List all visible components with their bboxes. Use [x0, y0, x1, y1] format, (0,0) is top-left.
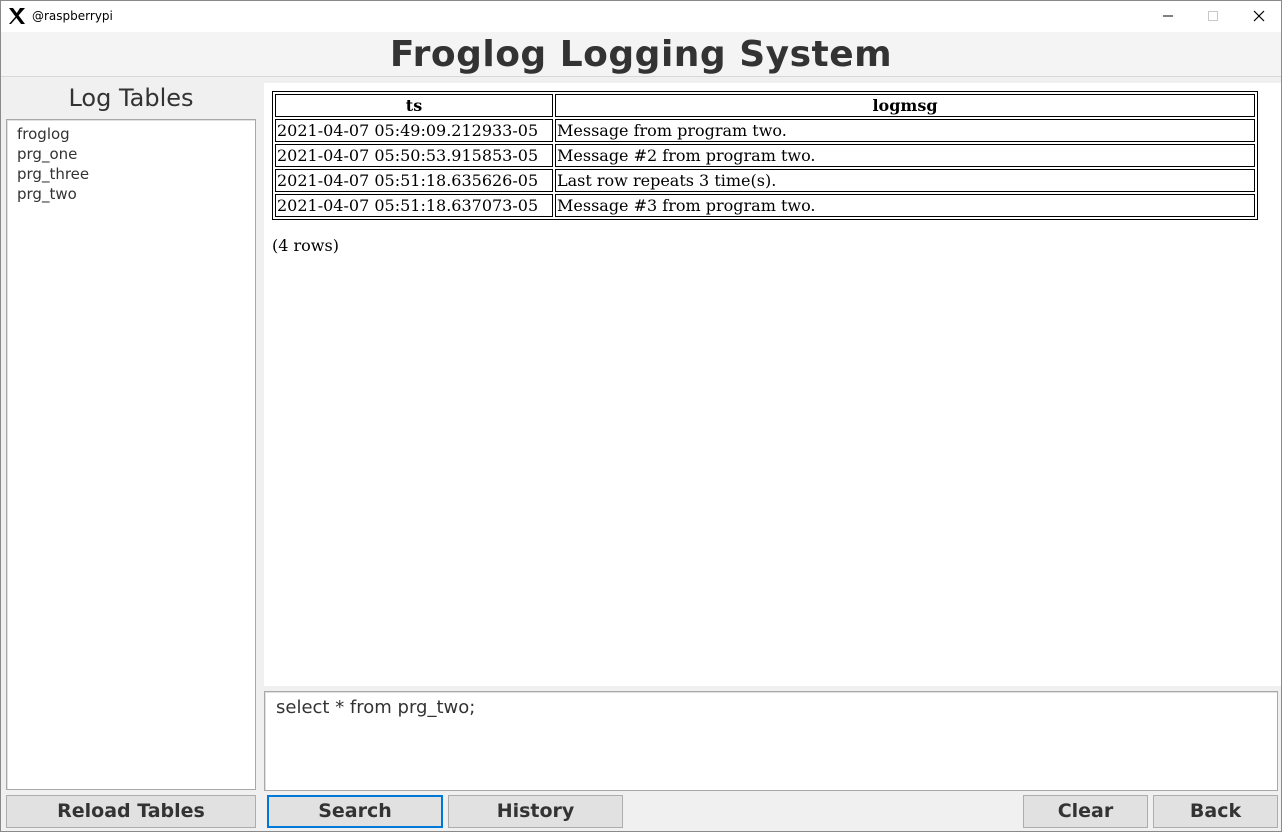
list-item-prg-two[interactable]: prg_two — [7, 184, 255, 204]
minimize-icon — [1162, 7, 1174, 26]
log-tables-heading: Log Tables — [68, 84, 194, 112]
column-header-ts: ts — [275, 94, 553, 117]
app-header: Froglog Logging System — [1, 32, 1281, 77]
table-header-row: ts logmsg — [275, 94, 1255, 117]
page-title: Froglog Logging System — [389, 34, 893, 75]
list-item-froglog[interactable]: froglog — [7, 124, 255, 144]
log-tables-list[interactable]: froglog prg_one prg_three prg_two — [6, 119, 256, 790]
cell-logmsg: Message #2 from program two. — [555, 144, 1255, 167]
close-icon — [1253, 7, 1265, 26]
table-row: 2021-04-07 05:51:18.637073-05 Message #3… — [275, 194, 1255, 217]
history-button[interactable]: History — [448, 795, 623, 828]
maximize-button[interactable] — [1190, 1, 1236, 32]
maximize-icon — [1207, 7, 1219, 26]
x-server-icon — [8, 7, 26, 25]
cell-ts: 2021-04-07 05:51:18.637073-05 — [275, 194, 553, 217]
log-tables-panel: Log Tables froglog prg_one prg_three prg… — [1, 78, 261, 791]
results-pane: ts logmsg 2021-04-07 05:49:09.212933-05 … — [264, 83, 1281, 686]
table-row: 2021-04-07 05:51:18.635626-05 Last row r… — [275, 169, 1255, 192]
cell-logmsg: Message #3 from program two. — [555, 194, 1255, 217]
close-button[interactable] — [1236, 1, 1282, 32]
minimize-button[interactable] — [1145, 1, 1191, 32]
row-count: (4 rows) — [272, 236, 339, 255]
window-title: @raspberrypi — [32, 9, 113, 23]
list-item-prg-one[interactable]: prg_one — [7, 144, 255, 164]
results-table: ts logmsg 2021-04-07 05:49:09.212933-05 … — [272, 91, 1258, 220]
table-row: 2021-04-07 05:50:53.915853-05 Message #2… — [275, 144, 1255, 167]
cell-logmsg: Last row repeats 3 time(s). — [555, 169, 1255, 192]
reload-tables-button[interactable]: Reload Tables — [6, 795, 256, 828]
clear-button[interactable]: Clear — [1023, 795, 1148, 828]
query-input[interactable]: select * from prg_two; — [264, 691, 1278, 791]
search-button[interactable]: Search — [267, 795, 443, 828]
column-header-logmsg: logmsg — [555, 94, 1255, 117]
cell-ts: 2021-04-07 05:50:53.915853-05 — [275, 144, 553, 167]
window-titlebar[interactable]: @raspberrypi — [1, 1, 1281, 32]
table-row: 2021-04-07 05:49:09.212933-05 Message fr… — [275, 119, 1255, 142]
app-window: @raspberrypi Froglog Logging System Log … — [0, 0, 1282, 832]
list-item-prg-three[interactable]: prg_three — [7, 164, 255, 184]
back-button[interactable]: Back — [1153, 795, 1278, 828]
cell-ts: 2021-04-07 05:51:18.635626-05 — [275, 169, 553, 192]
cell-logmsg: Message from program two. — [555, 119, 1255, 142]
cell-ts: 2021-04-07 05:49:09.212933-05 — [275, 119, 553, 142]
